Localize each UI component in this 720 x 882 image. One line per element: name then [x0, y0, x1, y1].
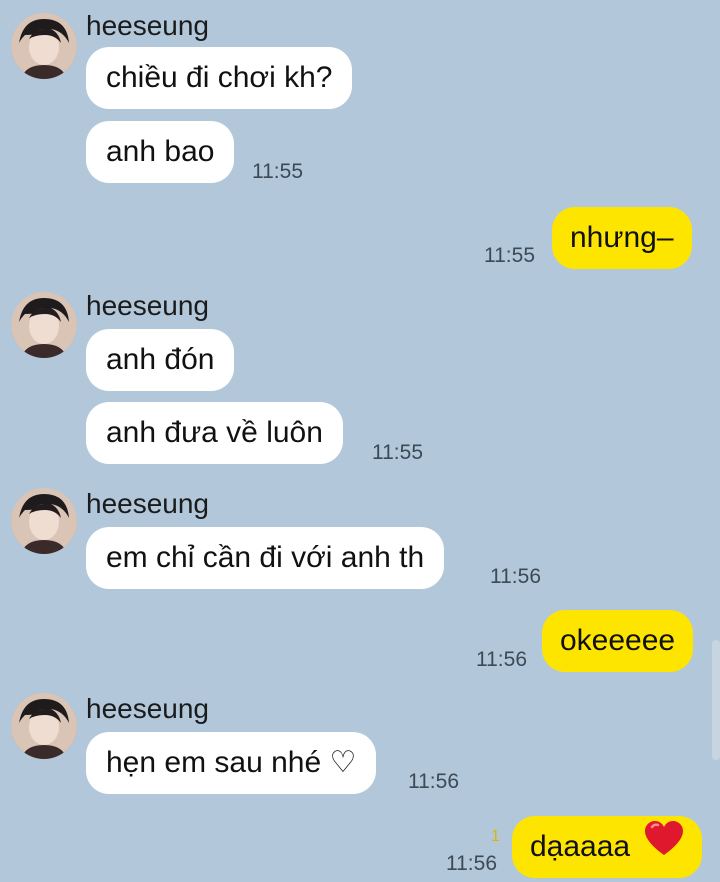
message-text: anh bao [106, 135, 215, 168]
message-time: 11:56 [476, 648, 527, 671]
message-time: 11:56 [408, 770, 459, 793]
contact-avatar[interactable] [11, 488, 77, 554]
message-bubble-incoming[interactable]: hẹn em sau nhé ♡ [86, 732, 377, 794]
message-bubble-incoming[interactable]: anh đón [86, 329, 235, 391]
avatar-photo-icon [11, 292, 77, 358]
sender-name: heeseung [86, 10, 210, 41]
message-text: okeeeee [560, 624, 676, 657]
message-time: 11:55 [484, 244, 535, 267]
sender-name: heeseung [86, 693, 210, 724]
avatar-photo-icon [11, 488, 77, 554]
avatar-photo-icon [11, 693, 77, 759]
scrollbar[interactable] [712, 640, 720, 760]
contact-avatar[interactable] [11, 292, 77, 358]
message-text: nhưng– [570, 221, 674, 254]
message-bubble-incoming[interactable]: anh bao [86, 121, 235, 183]
message-text: dạaaaa [530, 830, 631, 863]
message-bubble-outgoing[interactable]: nhưng– [552, 207, 692, 269]
avatar-photo-icon [11, 13, 77, 79]
unread-count: 1 [491, 828, 500, 845]
message-time: 11:55 [372, 441, 423, 464]
sender-name: heeseung [86, 290, 210, 321]
message-bubble-outgoing[interactable]: dạaaaa [512, 816, 703, 879]
message-time: 11:56 [490, 565, 541, 588]
message-bubble-outgoing[interactable]: okeeeee [542, 610, 694, 672]
contact-avatar[interactable] [11, 693, 77, 759]
message-bubble-incoming[interactable]: chiều đi chơi kh? [86, 47, 353, 109]
message-time: 11:56 [446, 852, 497, 875]
message-text: anh đón [106, 343, 215, 376]
contact-avatar[interactable] [11, 13, 77, 79]
message-text: em chỉ cần đi với anh th [106, 541, 425, 574]
message-text: anh đưa về luôn [106, 416, 323, 449]
message-text: hẹn em sau nhé ♡ [106, 746, 357, 779]
red-heart-icon [644, 817, 684, 879]
message-bubble-incoming[interactable]: em chỉ cần đi với anh th [86, 527, 445, 589]
message-text: chiều đi chơi kh? [106, 61, 333, 94]
chat-message-list[interactable]: heeseung chiều đi chơi kh? anh bao 11:55… [0, 0, 720, 882]
sender-name: heeseung [86, 488, 210, 519]
message-bubble-incoming[interactable]: anh đưa về luôn [86, 402, 343, 464]
message-time: 11:55 [252, 160, 303, 183]
